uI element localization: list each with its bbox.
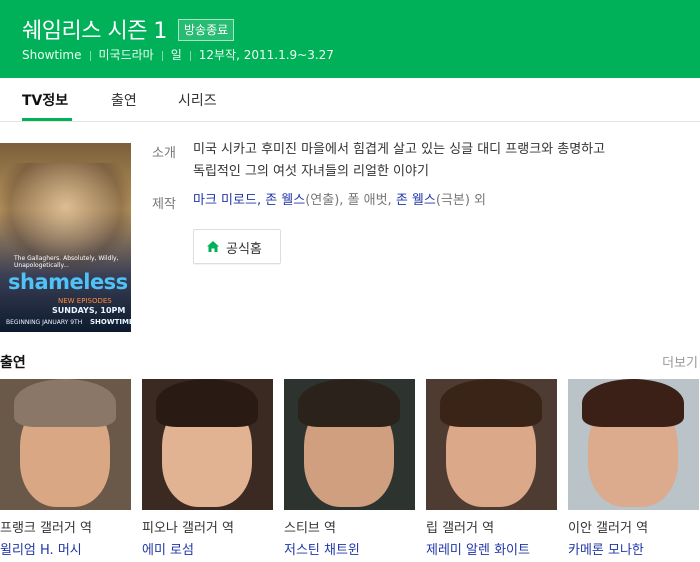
poster-network-logo: SHOWTIME (90, 318, 131, 326)
credit-text: (연출), 폴 애벗, (305, 193, 396, 208)
cast-actor-link[interactable]: 카메론 모나한 (568, 539, 644, 558)
production-credits: 마크 미로드, 존 웰스(연출), 폴 애벗, 존 웰스(극본) 외 (193, 190, 486, 212)
poster-time: SUNDAYS, 10PM (52, 306, 126, 315)
cast-card[interactable]: 프랭크 갤러거 역 윌리엄 H. 머시 (0, 379, 131, 558)
cast-photo[interactable] (142, 379, 273, 510)
poster-logo: shameless (8, 270, 128, 294)
hair-shape (156, 379, 258, 427)
cast-card[interactable]: 스티브 역 저스틴 채트윈 (284, 379, 415, 558)
show-poster[interactable]: The Gallaghers. Absolutely, Wildly, Unap… (0, 143, 131, 332)
cast-card[interactable]: 이안 갤러거 역 카메론 모나한 (568, 379, 699, 558)
poster-tagline: The Gallaghers. Absolutely, Wildly, Unap… (14, 255, 119, 269)
credit-separator: , (256, 193, 266, 208)
meta-network: Showtime (22, 48, 82, 62)
show-title[interactable]: 쉐임리스 시즌 1 (22, 13, 167, 45)
tab-tv-info[interactable]: TV정보 (22, 90, 68, 110)
tab-series[interactable]: 시리즈 (178, 90, 217, 110)
official-home-label: 공식홈 (226, 242, 262, 257)
cast-section-title: 출연 (0, 355, 26, 371)
credit-text: (극본) 외 (435, 193, 486, 208)
tab-cast[interactable]: 출연 (111, 90, 137, 110)
production-label: 제작 (152, 197, 176, 212)
meta-divider (161, 50, 163, 61)
poster-begin-date: BEGINNING JANUARY 9TH (6, 319, 83, 326)
cast-photo[interactable] (426, 379, 557, 510)
hair-shape (14, 379, 116, 427)
synopsis-line: 미국 시카고 후미진 마을에서 힘겹게 살고 있는 싱글 대디 프랭크와 총명하… (193, 142, 606, 157)
hair-shape (298, 379, 400, 427)
cast-role: 립 갤러거 역 (426, 521, 495, 536)
house-icon (207, 241, 219, 252)
meta-genre: 미국드라마 (98, 48, 154, 62)
cast-photo[interactable] (568, 379, 699, 510)
show-meta: Showtime 미국드라마 일 12부작, 2011.1.9~3.27 (22, 46, 334, 63)
cast-actor-link[interactable]: 에미 로섬 (142, 539, 194, 558)
cast-card[interactable]: 피오나 갤러거 역 에미 로섬 (142, 379, 273, 558)
cast-role: 이안 갤러거 역 (568, 521, 649, 536)
tab-bar: TV정보 출연 시리즈 (0, 78, 700, 122)
synopsis-line: 독립적인 그의 여섯 자녀들의 리얼한 이야기 (193, 164, 429, 179)
cast-photo[interactable] (284, 379, 415, 510)
status-badge: 방송종료 (178, 19, 235, 41)
poster-new-episodes: NEW EPISODES (58, 297, 112, 305)
meta-episodes: 12부작, 2011.1.9~3.27 (198, 48, 334, 62)
title-header: 쉐임리스 시즌 1 방송종료 Showtime 미국드라마 일 12부작, 2011.… (0, 0, 700, 78)
cast-role: 스티브 역 (284, 521, 336, 536)
meta-divider (89, 50, 91, 61)
director-link[interactable]: 존 웰스 (265, 193, 305, 208)
cast-card[interactable]: 립 갤러거 역 제레미 알렌 화이트 (426, 379, 557, 558)
writer-link[interactable]: 존 웰스 (396, 193, 436, 208)
meta-day: 일 (170, 48, 182, 62)
director-link[interactable]: 마크 미로드 (193, 193, 257, 208)
cast-actor-link[interactable]: 저스틴 채트윈 (284, 539, 360, 558)
cast-role: 프랭크 갤러거 역 (0, 521, 92, 536)
official-home-button[interactable]: 공식홈 (193, 229, 281, 264)
hair-shape (582, 379, 684, 427)
cast-role: 피오나 갤러거 역 (142, 521, 234, 536)
cast-actor-link[interactable]: 제레미 알렌 화이트 (426, 539, 530, 558)
hair-shape (440, 379, 542, 427)
synopsis-label: 소개 (152, 146, 176, 161)
active-tab-indicator (22, 118, 72, 121)
cast-photo[interactable] (0, 379, 131, 510)
cast-actor-link[interactable]: 윌리엄 H. 머시 (0, 539, 82, 558)
meta-divider (189, 50, 191, 61)
more-link[interactable]: 더보기 (662, 352, 698, 371)
synopsis-text: 미국 시카고 후미진 마을에서 힘겹게 살고 있는 싱글 대디 프랭크와 총명하… (193, 139, 605, 183)
